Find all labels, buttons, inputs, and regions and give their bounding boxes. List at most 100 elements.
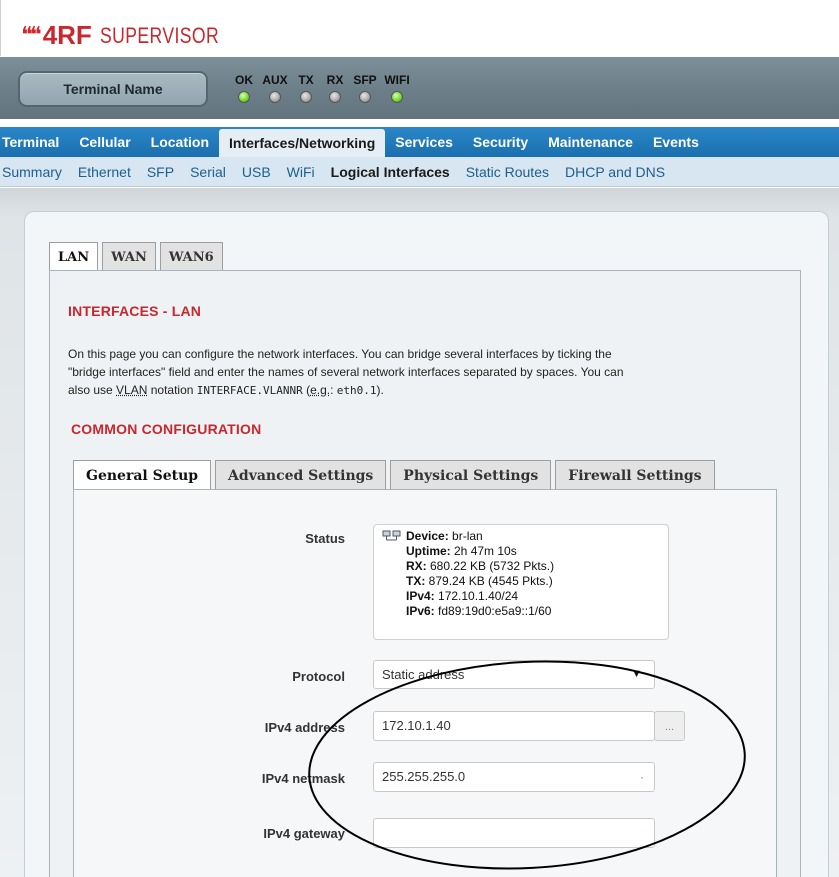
nav-cellular[interactable]: Cellular	[69, 127, 140, 157]
indicator-label: WIFI	[384, 73, 410, 87]
status-value: 172.10.1.40/24	[434, 589, 519, 603]
subnav-dhcp-dns[interactable]: DHCP and DNS	[557, 164, 673, 180]
desc-text: also use	[68, 383, 117, 397]
tab-lan[interactable]: LAN	[49, 242, 99, 271]
indicator-wifi: WIFI	[381, 73, 413, 108]
main-nav: Terminal Cellular Location Interfaces/Ne…	[0, 127, 839, 157]
status-key: Uptime:	[406, 544, 451, 558]
ipv4-netmask-select[interactable]: 255.255.255.0 ·	[373, 762, 655, 792]
device-status-lines: Device: br-lan Uptime: 2h 47m 10s RX: 68…	[406, 529, 554, 619]
status-rx: RX: 680.22 KB (5732 Pkts.)	[406, 559, 554, 574]
subnav-wifi[interactable]: WiFi	[279, 164, 323, 180]
status-led-icon	[238, 91, 250, 103]
eg-abbr: e.g.	[310, 383, 331, 397]
status-ipv4: IPv4: 172.10.1.40/24	[406, 589, 554, 604]
nav-events[interactable]: Events	[643, 127, 709, 157]
protocol-select[interactable]: Static address ▼	[373, 660, 655, 689]
nav-services[interactable]: Services	[385, 127, 463, 157]
desc-text: ).	[376, 383, 384, 397]
status-device: Device: br-lan	[406, 529, 554, 544]
subnav-ethernet[interactable]: Ethernet	[70, 164, 139, 180]
sub-nav: Summary Ethernet SFP Serial USB WiFi Log…	[0, 157, 839, 187]
nav-maintenance[interactable]: Maintenance	[538, 127, 643, 157]
tab-wan[interactable]: WAN	[102, 242, 156, 271]
ipv4-netmask-value: 255.255.255.0	[382, 769, 466, 784]
logo-product: SUPERVISOR	[99, 22, 219, 48]
page-title: INTERFACES - LAN	[68, 303, 202, 319]
subnav-serial[interactable]: Serial	[182, 164, 234, 180]
dropdown-dot-icon: ·	[640, 770, 644, 784]
device-status-box: Device: br-lan Uptime: 2h 47m 10s RX: 68…	[373, 524, 669, 640]
ipv4-address-label: IPv4 address	[264, 720, 345, 735]
status-bar: Terminal Name OK AUX TX RX SFP WIFI	[0, 57, 839, 119]
subnav-summary[interactable]: Summary	[0, 164, 70, 180]
status-value: 879.24 KB (4545 Pkts.)	[425, 574, 553, 588]
status-led-icon	[359, 91, 371, 103]
dropdown-arrow-icon: ▼	[631, 668, 642, 680]
subnav-logical-interfaces[interactable]: Logical Interfaces	[323, 164, 458, 180]
status-led-icon	[269, 91, 281, 103]
indicator-rx: RX	[319, 73, 351, 108]
vlan-abbr: VLAN	[116, 383, 148, 397]
tab-wan6[interactable]: WAN6	[159, 242, 223, 271]
ipv4-netmask-label: IPv4 netmask	[261, 771, 345, 786]
status-ipv6: IPv6: fd89:19d0:e5a9::1/60	[406, 604, 554, 619]
status-led-icon	[329, 91, 341, 103]
desc-line-1: On this page you can configure the netwo…	[68, 347, 612, 361]
tab-advanced-settings[interactable]: Advanced Settings	[215, 460, 387, 490]
indicator-label: RX	[326, 73, 344, 87]
logo-brand: 4RF	[42, 20, 92, 50]
status-value: fd89:19d0:e5a9::1/60	[434, 604, 552, 618]
status-led-icon	[391, 91, 403, 103]
indicator-label: OK	[235, 73, 253, 87]
section-title: COMMON CONFIGURATION	[71, 421, 262, 437]
desc-code: INTERFACE.VLANNR	[196, 384, 303, 397]
app-header: ❝❝ 4RF SUPERVISOR	[0, 0, 839, 56]
tab-general-setup[interactable]: General Setup	[73, 460, 212, 490]
desc-line-3: also use VLAN notation INTERFACE.VLANNR …	[68, 381, 788, 400]
ipv4-gateway-label: IPv4 gateway	[263, 826, 345, 841]
indicator-tx: TX	[290, 73, 322, 108]
protocol-value: Static address	[382, 667, 465, 682]
logo: ❝❝ 4RF SUPERVISOR	[21, 20, 249, 51]
nav-terminal[interactable]: Terminal	[0, 127, 69, 157]
indicator-aux: AUX	[259, 73, 291, 108]
interface-tabs: LAN WAN WAN6	[49, 242, 227, 271]
indicator-ok: OK	[228, 73, 260, 108]
subnav-static-routes[interactable]: Static Routes	[458, 164, 557, 180]
ipv4-address-input[interactable]: 172.10.1.40	[373, 711, 655, 741]
status-value: br-lan	[448, 529, 483, 543]
status-key: RX:	[406, 559, 427, 573]
network-device-icon	[382, 530, 402, 548]
ipv4-address-ellipsis-button[interactable]: ...	[654, 711, 685, 741]
desc-code: eth0.1	[336, 384, 377, 397]
tab-physical-settings[interactable]: Physical Settings	[390, 460, 552, 490]
status-value: 2h 47m 10s	[450, 544, 517, 558]
terminal-name-button[interactable]: Terminal Name	[18, 71, 208, 107]
status-key: IPv4:	[406, 589, 435, 603]
app-root: ❝❝ 4RF SUPERVISOR Terminal Name OK AUX T…	[0, 0, 839, 877]
page-description: On this page you can configure the netwo…	[68, 345, 788, 400]
desc-line-2: "bridge interfaces" field and enter the …	[68, 365, 624, 379]
desc-text: (	[302, 383, 311, 397]
tab-firewall-settings[interactable]: Firewall Settings	[555, 460, 715, 490]
ipv4-gateway-input[interactable]	[373, 818, 655, 848]
status-key: Device:	[406, 529, 449, 543]
nav-location[interactable]: Location	[141, 127, 219, 157]
status-key: IPv6:	[406, 604, 435, 618]
nav-interfaces-networking[interactable]: Interfaces/Networking	[219, 129, 386, 157]
config-tabs: General Setup Advanced Settings Physical…	[73, 460, 719, 490]
subnav-sfp[interactable]: SFP	[139, 164, 182, 180]
protocol-label: Protocol	[292, 669, 345, 684]
status-led-icon	[300, 91, 312, 103]
indicator-label: TX	[298, 73, 314, 87]
status-uptime: Uptime: 2h 47m 10s	[406, 544, 554, 559]
subnav-usb[interactable]: USB	[234, 164, 279, 180]
indicator-label: SFP	[353, 73, 377, 87]
status-tx: TX: 879.24 KB (4545 Pkts.)	[406, 574, 554, 589]
nav-security[interactable]: Security	[463, 127, 538, 157]
status-label: Status	[305, 531, 345, 546]
logo-mark-icon: ❝❝	[21, 23, 42, 48]
desc-text: notation	[147, 383, 197, 397]
status-value: 680.22 KB (5732 Pkts.)	[426, 559, 555, 573]
